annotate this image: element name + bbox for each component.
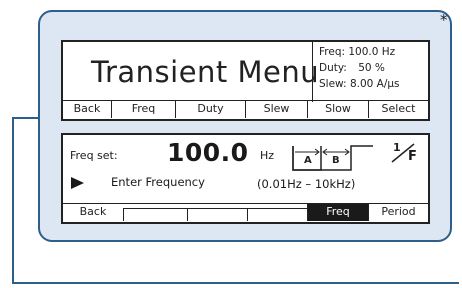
entry-prompt: Enter Frequency	[111, 175, 205, 189]
info-freq-label: Freq:	[319, 46, 346, 58]
reciprocal-fraction-label: F	[408, 149, 417, 164]
frequency-entry-screen: Freq set: 100.0 Hz A B 1 F Enter Frequen…	[61, 133, 430, 224]
softkey-duty[interactable]: Duty	[175, 101, 245, 118]
callout-leader-stub	[12, 117, 39, 119]
menu-softkey-bar: Back Freq Duty Slew Slow Select	[63, 100, 428, 119]
softkey-back[interactable]: Back	[63, 101, 111, 118]
svg-text:1: 1	[393, 141, 401, 154]
softkey-blank-1[interactable]	[123, 208, 187, 221]
transient-menu-screen: Transient Menu Freq: 100.0 Hz Duty: 50 %…	[61, 40, 430, 121]
freq-softkey-bar: Back Freq Period	[63, 203, 428, 222]
info-slew-label: Slew:	[319, 78, 347, 90]
info-duty-label: Duty:	[319, 62, 347, 74]
softkey-freq[interactable]: Freq	[111, 101, 175, 118]
reciprocal-fraction-icon: 1	[391, 141, 415, 163]
prompt-arrow-icon	[71, 177, 84, 189]
softkey-blank-2[interactable]	[187, 208, 247, 221]
info-slew: Slew: 8.00 A/µs	[319, 78, 400, 91]
info-duty: Duty: 50 %	[319, 62, 385, 75]
menu-title: Transient Menu	[91, 55, 320, 89]
softkey-slew[interactable]: Slew	[245, 101, 307, 118]
callout-marker: *	[440, 11, 448, 29]
title-divider	[312, 42, 313, 102]
entry-range: (0.01Hz – 10kHz)	[257, 177, 356, 191]
softkey-back-2[interactable]: Back	[63, 204, 123, 221]
freq-set-value[interactable]: 100.0	[167, 139, 249, 167]
info-freq: Freq: 100.0 Hz	[319, 46, 395, 59]
info-duty-value: 50 %	[358, 62, 385, 74]
wave-label-b: B	[332, 155, 340, 166]
softkey-period[interactable]: Period	[368, 204, 428, 221]
softkey-slow[interactable]: Slow	[307, 101, 368, 118]
info-slew-value: 8.00 A/µs	[349, 78, 400, 90]
freq-set-label: Freq set:	[70, 149, 118, 162]
freq-set-unit: Hz	[260, 149, 275, 162]
info-freq-value: 100.0 Hz	[348, 46, 396, 58]
wave-label-a: A	[304, 155, 312, 166]
softkey-select[interactable]: Select	[368, 101, 428, 118]
softkey-blank-3[interactable]	[247, 208, 307, 221]
softkey-freq-selected[interactable]: Freq	[307, 204, 368, 221]
